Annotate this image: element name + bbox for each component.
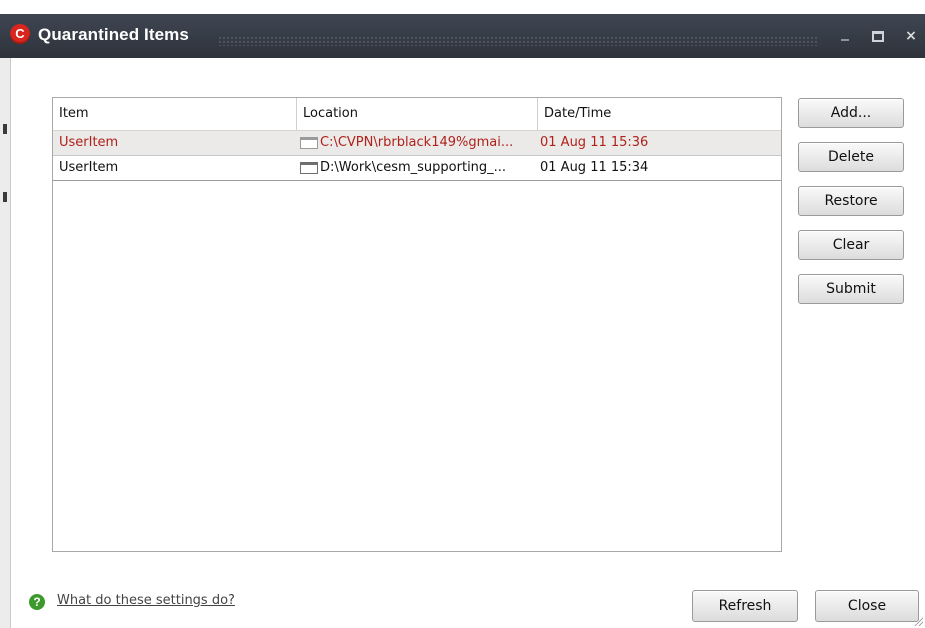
quarantined-items-window: C Quarantined Items × Item Location Date…: [0, 0, 925, 628]
submit-button[interactable]: Submit: [798, 274, 904, 304]
minimize-button[interactable]: [834, 26, 856, 46]
add-button[interactable]: Add...: [798, 98, 904, 128]
title-bar[interactable]: C Quarantined Items ×: [0, 14, 925, 58]
column-header-location[interactable]: Location: [296, 98, 537, 130]
minimize-icon: [841, 39, 849, 41]
close-window-button[interactable]: ×: [900, 26, 922, 46]
maximize-button[interactable]: [867, 26, 889, 46]
clear-button[interactable]: Clear: [798, 230, 904, 260]
delete-button[interactable]: Delete: [798, 142, 904, 172]
background-window-edge: [0, 58, 11, 628]
location-cell: D:\Work\cesm_supporting_...: [300, 156, 535, 180]
table-row[interactable]: UserItem D:\Work\cesm_supporting_... 01 …: [53, 156, 781, 181]
maximize-icon: [872, 31, 884, 42]
table-row[interactable]: UserItem C:\CVPN\rbrblack149%gmai... 01 …: [53, 131, 781, 156]
window-icon: [300, 137, 318, 149]
help-icon[interactable]: ?: [29, 594, 45, 610]
item-cell: UserItem: [59, 160, 119, 175]
refresh-button[interactable]: Refresh: [692, 590, 798, 622]
column-header-item[interactable]: Item: [53, 98, 296, 130]
resize-grip-icon[interactable]: [913, 616, 923, 626]
window-title: Quarantined Items: [38, 25, 189, 44]
list-header: Item Location Date/Time: [53, 98, 781, 131]
restore-button[interactable]: Restore: [798, 186, 904, 216]
window-icon: [300, 162, 318, 174]
app-logo-icon: C: [10, 24, 30, 44]
help-link[interactable]: What do these settings do?: [57, 593, 235, 608]
quarantine-list[interactable]: Item Location Date/Time UserItem C:\CVPN…: [52, 97, 782, 552]
item-cell: UserItem: [59, 135, 119, 150]
location-cell: C:\CVPN\rbrblack149%gmai...: [300, 131, 535, 155]
column-header-datetime[interactable]: Date/Time: [537, 98, 781, 130]
datetime-cell: 01 Aug 11 15:34: [540, 160, 649, 175]
datetime-cell: 01 Aug 11 15:36: [540, 135, 649, 150]
close-button[interactable]: Close: [815, 590, 919, 622]
